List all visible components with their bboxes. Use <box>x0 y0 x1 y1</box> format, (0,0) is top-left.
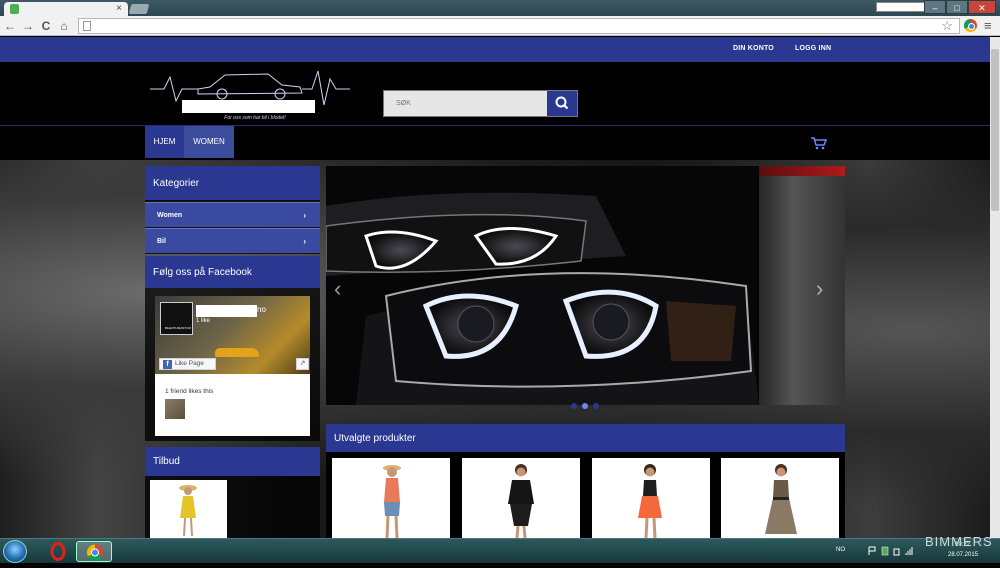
login-link[interactable]: LOGG INN <box>795 45 831 52</box>
window-search-box[interactable] <box>876 2 928 12</box>
cart-icon[interactable] <box>811 137 827 150</box>
categories-title: Kategorier <box>145 166 320 200</box>
category-label: Bil <box>157 238 166 245</box>
product-image <box>383 465 401 538</box>
slider-dot-2[interactable] <box>582 403 588 409</box>
product-image <box>765 464 797 534</box>
categories-box: Kategorier Women › Bil › <box>145 166 320 254</box>
facebook-cover: BILENTUSIAST.NO no 1 like f Like Page ↗ <box>155 296 310 374</box>
share-icon[interactable]: ↗ <box>296 358 309 370</box>
opera-icon <box>50 542 66 561</box>
chrome-taskbar-button[interactable] <box>76 541 112 562</box>
offer-product-image[interactable] <box>150 480 227 538</box>
clock-date[interactable]: 28.07.2015 <box>948 552 978 558</box>
slider-next-preview <box>759 166 845 405</box>
top-bar: DIN KONTO LOGG INN <box>0 37 990 62</box>
chevron-right-icon: › <box>303 237 306 246</box>
back-icon[interactable]: ← <box>2 18 18 34</box>
bookmark-star-icon[interactable]: ☆ <box>941 19 953 33</box>
chevron-right-icon: › <box>303 211 306 220</box>
account-link[interactable]: DIN KONTO <box>733 45 774 52</box>
favicon-icon <box>10 4 19 14</box>
product-card-2[interactable] <box>462 458 580 538</box>
web-page: DIN KONTO LOGG INN For oss som har bil i… <box>0 37 990 538</box>
facebook-like-count: 1 like <box>196 318 211 324</box>
browser-tabstrip: × – □ ✕ <box>0 0 1000 16</box>
new-tab-button[interactable] <box>128 4 150 14</box>
category-label: Women <box>157 212 183 219</box>
slider-red-accent <box>759 166 845 176</box>
product-card-4[interactable] <box>721 458 839 538</box>
slider-dot-1[interactable] <box>571 403 577 409</box>
nav-home[interactable]: HJEM <box>145 126 184 158</box>
site-header: For oss som har bil i blodet! <box>0 62 990 126</box>
dress-image <box>179 485 197 537</box>
nav-women[interactable]: WOMEN <box>184 126 234 158</box>
featured-products-title: Utvalgte produkter <box>326 424 845 452</box>
watermark-text: BIMMERS <box>925 534 993 549</box>
product-card-1[interactable] <box>332 458 450 538</box>
product-image <box>508 464 534 538</box>
friends-like-text: 1 friend likes this <box>165 388 214 395</box>
browser-toolbar: ← → C ⌂ ☆ <box>0 16 1000 36</box>
like-page-label: Like Page <box>175 360 204 367</box>
tab-close-icon[interactable]: × <box>116 2 122 16</box>
page-icon <box>83 21 91 31</box>
search-button[interactable] <box>547 91 577 116</box>
category-bil[interactable]: Bil › <box>145 228 320 253</box>
product-card-3[interactable] <box>592 458 710 538</box>
car-image <box>215 348 259 357</box>
facebook-icon: f <box>163 360 172 369</box>
tray-icons[interactable] <box>868 545 916 557</box>
forward-icon[interactable]: → <box>20 18 36 34</box>
category-women[interactable]: Women › <box>145 202 320 227</box>
slider-next-button[interactable]: › <box>816 276 823 302</box>
scroll-thumb[interactable] <box>991 49 999 211</box>
facebook-title: Følg oss på Facebook <box>145 256 320 288</box>
search-icon <box>555 96 569 110</box>
slider-dot-3[interactable] <box>593 403 599 409</box>
window-controls: – □ ✕ <box>924 0 996 14</box>
opera-taskbar-button[interactable] <box>40 541 76 562</box>
like-page-button[interactable]: f Like Page <box>159 358 216 370</box>
browser-menu-icon[interactable]: ≡ <box>984 18 992 33</box>
main-nav: HJEM WOMEN <box>0 126 990 160</box>
headlight-image <box>326 166 759 405</box>
start-button[interactable] <box>3 540 27 563</box>
chrome-extension-icon[interactable] <box>964 19 977 32</box>
page-name-redaction <box>196 305 257 317</box>
facebook-avatar[interactable]: BILENTUSIAST.NO <box>160 302 193 335</box>
logo-tagline: For oss som har bil i blodet! <box>224 115 286 121</box>
address-bar[interactable]: ☆ <box>78 18 960 34</box>
search-box <box>383 90 578 117</box>
page-scrollbar[interactable] <box>990 37 1000 538</box>
product-image <box>638 464 662 538</box>
offers-title: Tilbud <box>145 447 320 476</box>
close-window-button[interactable]: ✕ <box>968 0 996 14</box>
avatar-text: BILENTUSIAST.NO <box>164 326 192 330</box>
minimize-button[interactable]: – <box>924 0 946 14</box>
chrome-icon <box>86 544 103 561</box>
slider-prev-button[interactable]: ‹ <box>334 276 341 302</box>
browser-tab[interactable]: × <box>4 2 128 16</box>
facebook-widget: BILENTUSIAST.NO no 1 like f Like Page ↗ … <box>155 296 310 436</box>
search-input[interactable] <box>384 91 548 116</box>
language-indicator[interactable]: NO <box>836 547 845 553</box>
maximize-button[interactable]: □ <box>946 0 968 14</box>
windows-taskbar: NO 10:22 28.07.2015 <box>0 538 1000 563</box>
logo-redaction <box>182 100 315 113</box>
friend-avatar[interactable] <box>165 399 185 419</box>
facebook-page-name[interactable]: no <box>257 305 266 314</box>
hero-slider: ‹ › <box>326 166 845 405</box>
reload-icon[interactable]: C <box>38 18 54 34</box>
home-icon[interactable]: ⌂ <box>56 18 72 34</box>
